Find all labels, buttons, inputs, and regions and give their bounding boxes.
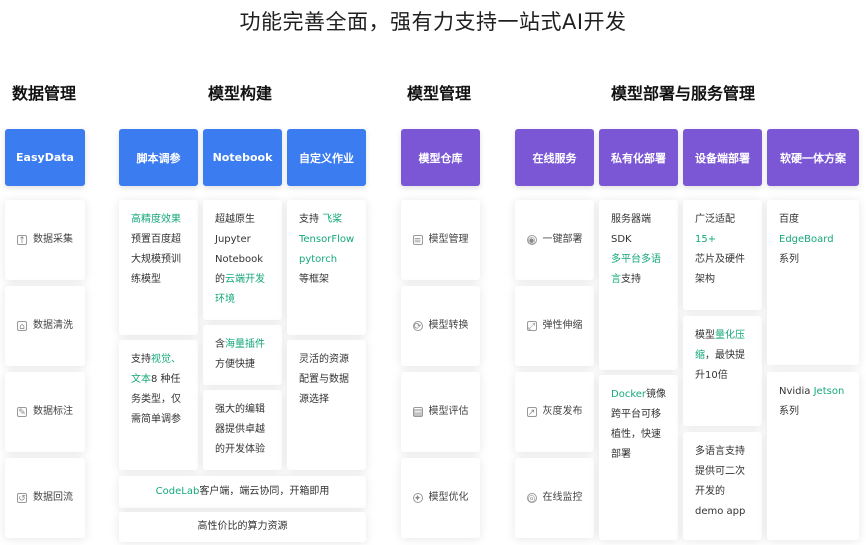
list-item: ▤ 模型评估 <box>401 372 480 452</box>
header-model-repo[interactable]: 模型仓库 <box>401 129 480 186</box>
convert-icon: ⟳ <box>412 321 423 332</box>
private-card-2: Docker镜像跨平台可移植性，快速部署 <box>599 375 678 540</box>
list-item: ↗ 灰度发布 <box>515 372 594 452</box>
monitor-icon: ◎ <box>526 493 537 504</box>
compute-row: 高性价比的算力资源 <box>119 512 366 542</box>
section-model-build: 模型构建 <box>208 84 273 103</box>
notebook-card-3: 强大的编辑器提供卓越的开发体验 <box>203 390 282 470</box>
notebook-card-2: 含海量插件 方便快捷 <box>203 325 282 385</box>
optimize-icon: ✦ <box>412 493 423 504</box>
header-notebook[interactable]: Notebook <box>203 129 282 186</box>
header-private-deploy[interactable]: 私有化部署 <box>599 129 678 186</box>
release-icon: ↗ <box>526 407 537 418</box>
codelab-row: CodeLab 客户端，端云协同，开箱即用 <box>119 476 366 508</box>
page-title: 功能完善全面，强有力支持一站式AI开发 <box>239 10 627 34</box>
deploy-icon: ◉ <box>526 235 537 246</box>
layers-icon: ≡ <box>412 235 423 246</box>
list-item: ◎ 在线监控 <box>515 458 594 538</box>
header-script[interactable]: 脚本调参 <box>119 129 198 186</box>
list-item: ⤢ 弹性伸缩 <box>515 286 594 366</box>
custom-card-1: 支持 飞桨 TensorFlow pytorch 等框架 <box>287 200 366 335</box>
section-data-management: 数据管理 <box>12 84 77 103</box>
edit-icon: ✎ <box>17 407 27 418</box>
list-item: ⌂ 数据清洗 <box>5 286 85 366</box>
device-card-1: 广泛适配15+ 芯片及硬件架构 <box>683 200 762 310</box>
header-online-service[interactable]: 在线服务 <box>515 129 594 186</box>
clean-icon: ⌂ <box>17 321 27 332</box>
list-item: ↑ 数据采集 <box>5 200 85 280</box>
list-item: ↺ 数据回流 <box>5 458 85 538</box>
list-item: ≡ 模型管理 <box>401 200 480 280</box>
script-card-1: 高精度效果 预置百度超大规模预训练模型 <box>119 200 198 335</box>
header-device-deploy[interactable]: 设备端部署 <box>683 129 762 186</box>
private-card-1: 服务器端SDK 多平台多语言支持 <box>599 200 678 370</box>
list-item: ◉ 一键部署 <box>515 200 594 280</box>
hardware-card-1: 百度EdgeBoard 系列 <box>767 200 859 365</box>
return-icon: ↺ <box>17 493 27 504</box>
hardware-card-2: Nvidia Jetson 系列 <box>767 372 859 540</box>
script-card-2: 支持视觉、文本8 种任务类型，仅需简单调参 <box>119 340 198 470</box>
header-hardware-solution[interactable]: 软硬一体方案 <box>767 129 859 186</box>
header-easydata[interactable]: EasyData <box>5 129 85 186</box>
list-item: ✦ 模型优化 <box>401 458 480 538</box>
notebook-card-1: 超越原生Jupyter Notebook的云端开发环境 <box>203 200 282 320</box>
upload-icon: ↑ <box>17 235 27 246</box>
custom-card-2: 灵活的资源配置与数据源选择 <box>287 340 366 470</box>
section-model-deploy: 模型部署与服务管理 <box>611 84 756 103</box>
evaluate-icon: ▤ <box>412 407 423 418</box>
device-card-3: 多语言支持提供可二次开发的demo app <box>683 432 762 540</box>
list-item: ✎ 数据标注 <box>5 372 85 452</box>
expand-icon: ⤢ <box>526 321 537 332</box>
device-card-2: 模型量化压缩，最快提升10倍 <box>683 316 762 426</box>
header-custom-job[interactable]: 自定义作业 <box>287 129 366 186</box>
section-model-management: 模型管理 <box>407 84 472 103</box>
list-item: ⟳ 模型转换 <box>401 286 480 366</box>
